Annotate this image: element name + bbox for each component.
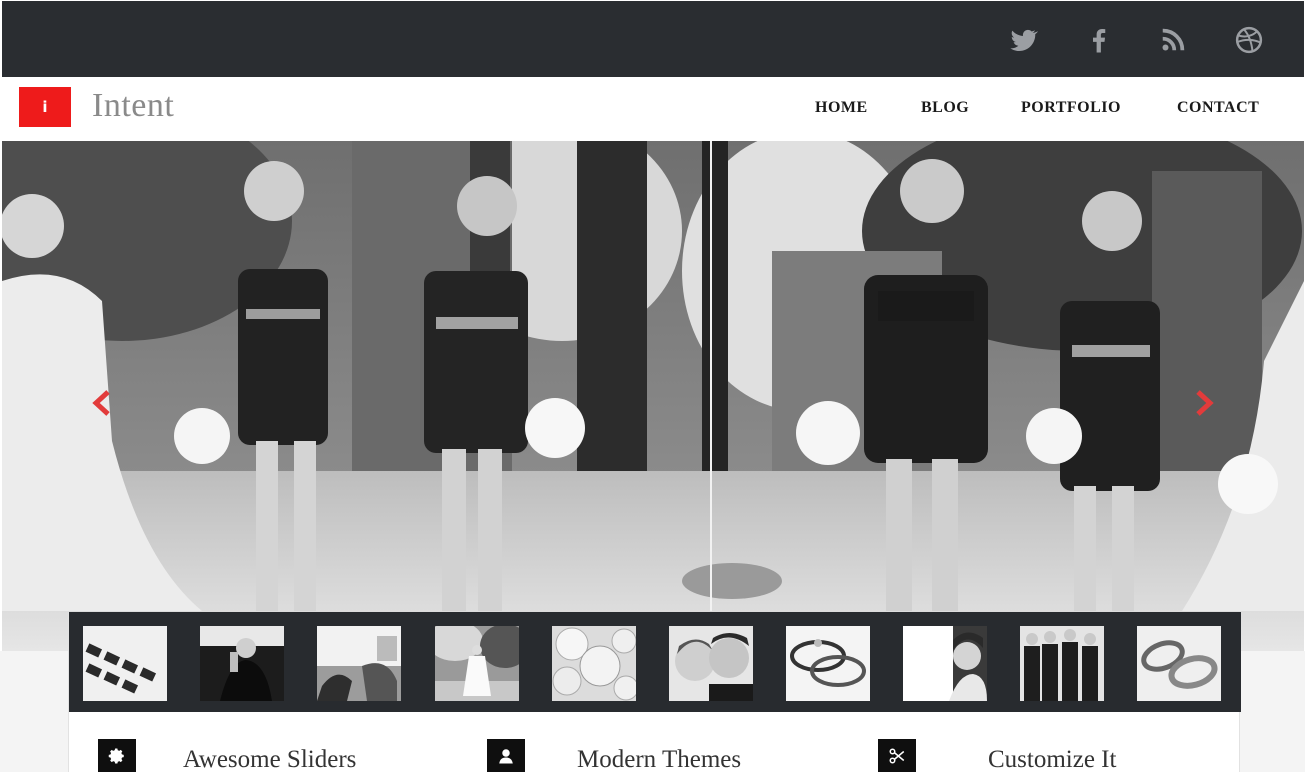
gear-icon [108,748,124,763]
slider-prev-arrow[interactable] [90,389,114,417]
rss-icon[interactable] [1156,23,1190,57]
feature-title-customize: Customize It [988,746,1117,772]
top-bar [2,1,1304,77]
content-panel: Awesome Sliders Modern Themes Customize … [68,612,1241,772]
chevron-right-icon [1196,390,1214,416]
feature-title-sliders: Awesome Sliders [183,746,357,772]
nav-contact[interactable]: CONTACT [1177,99,1259,117]
main-navbar: i Intent HOME BLOG PORTFOLIO CONTACT [0,77,1305,141]
twitter-icon[interactable] [1006,23,1040,57]
slider-next-arrow[interactable] [1192,389,1216,417]
site-name[interactable]: Intent [92,87,174,125]
nav-portfolio[interactable]: PORTFOLIO [1021,99,1121,117]
scissors-icon [889,748,905,763]
thumbnail-rings[interactable] [786,626,870,701]
feature-sliders-icon-box [98,739,136,772]
thumbnail-strip [69,612,1241,712]
thumbnail-bride-portrait[interactable] [903,626,987,701]
nav-home[interactable]: HOME [815,99,868,117]
feature-customize-icon-box [878,739,916,772]
hero-slider[interactable] [2,141,1304,651]
nav-blog[interactable]: BLOG [921,99,969,117]
thumbnail-keyboard[interactable] [83,626,167,701]
chevron-left-icon [92,390,110,416]
feature-themes-icon-box [487,739,525,772]
dribbble-icon[interactable] [1232,23,1266,57]
logo-mark[interactable]: i [19,87,71,127]
thumbnail-clothes[interactable] [317,626,401,701]
thumbnail-groomsmen[interactable] [1020,626,1104,701]
thumbnail-bride-walking[interactable] [435,626,519,701]
user-icon [499,748,513,763]
hero-photo [2,141,1304,651]
feature-title-themes: Modern Themes [577,746,742,772]
facebook-icon[interactable] [1082,23,1116,57]
thumbnail-wedding-bands[interactable] [1137,626,1221,701]
thumbnail-couple[interactable] [669,626,753,701]
thumbnail-man-thinking[interactable] [200,626,284,701]
thumbnail-roses[interactable] [552,626,636,701]
